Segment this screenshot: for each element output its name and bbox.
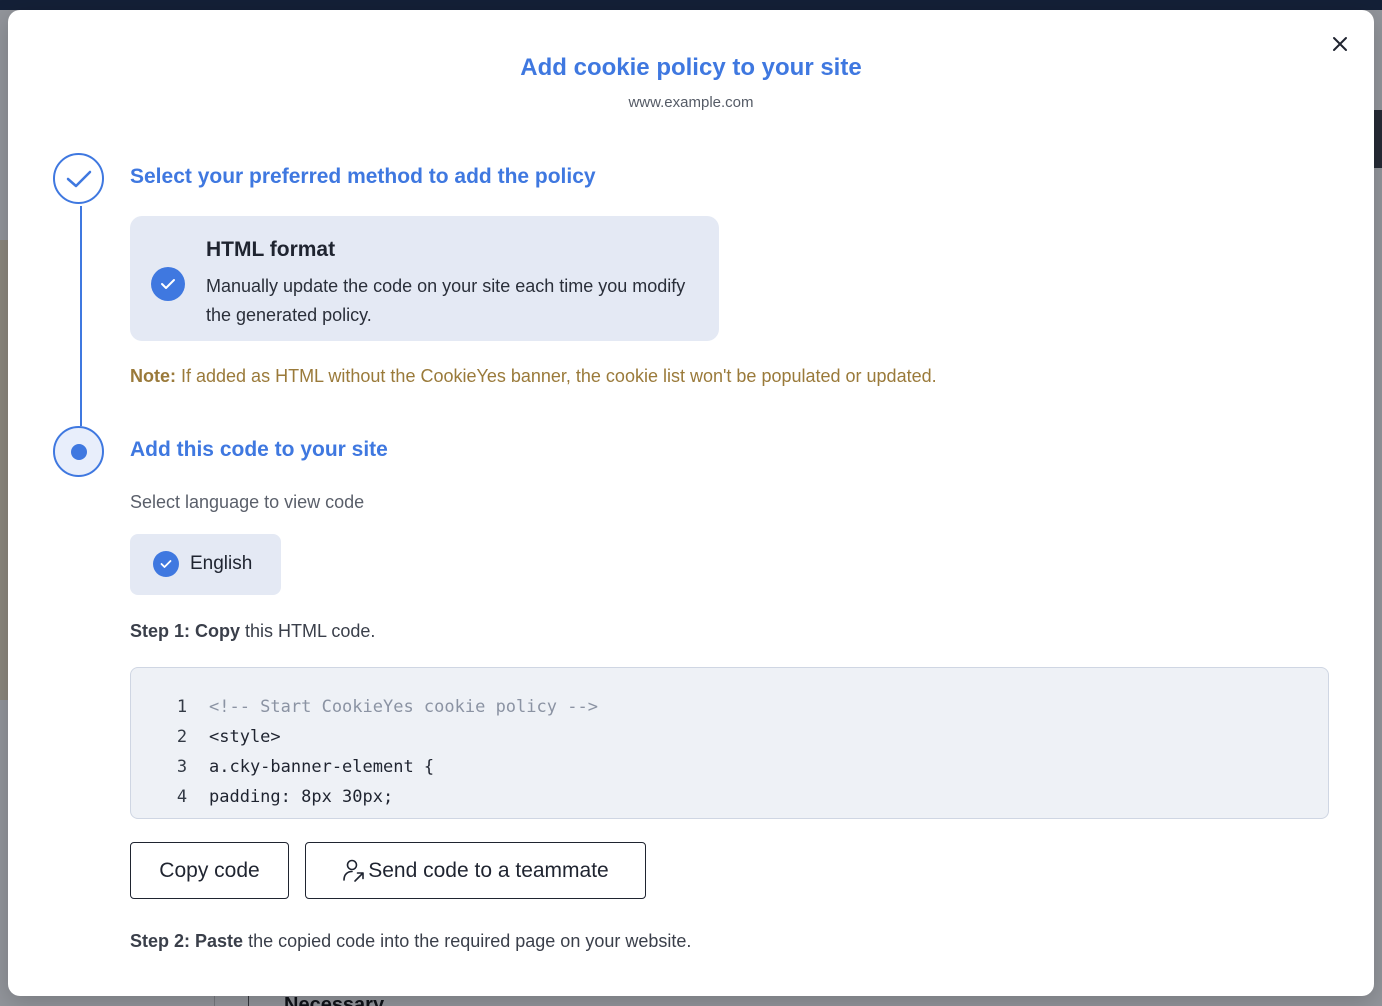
note-text: Note: If added as HTML without the Cooki… [130, 366, 937, 387]
add-cookie-policy-modal: Add cookie policy to your site www.examp… [8, 10, 1374, 996]
step-action: Copy [195, 621, 241, 641]
option-description: Manually update the code on your site ea… [206, 276, 686, 325]
close-icon [1333, 37, 1347, 51]
close-button[interactable] [1328, 32, 1352, 56]
step-instruction-text: the copied code into the required page o… [243, 931, 692, 951]
site-domain: www.example.com [628, 94, 754, 111]
code-text: padding: 8px 30px; [209, 787, 394, 807]
html-format-option[interactable]: HTML format Manually update the code on … [130, 216, 719, 341]
step-2-active-indicator [53, 426, 104, 477]
step-1-instruction: Step 1: Copy this HTML code. [130, 621, 375, 642]
select-language-label: Select language to view code [130, 492, 365, 512]
modal-title: Add cookie policy to your site [520, 54, 862, 81]
active-dot-icon [70, 443, 87, 460]
code-text: <style> [209, 727, 281, 747]
code-text: <!-- Start CookieYes cookie policy --> [209, 697, 598, 717]
step-label: Step 1: [130, 621, 191, 641]
step-label: Step 2: [130, 931, 191, 951]
step-2-heading: Add this code to your site [130, 438, 388, 461]
note-label: Note: [130, 366, 176, 386]
timeline-connector [80, 206, 82, 426]
copy-code-button[interactable]: Copy code [130, 842, 289, 899]
option-title: HTML format [206, 238, 336, 261]
language-option-english[interactable]: English [130, 534, 281, 595]
step-1-heading: Select your preferred method to add the … [130, 165, 596, 188]
code-text: a.cky-banner-element { [209, 757, 435, 777]
step-1-complete-indicator [53, 153, 104, 204]
line-number: 2 [176, 727, 188, 747]
selected-check-icon [151, 267, 185, 301]
step-2-instruction: Step 2: Paste the copied code into the r… [130, 931, 691, 952]
copy-code-label: Copy code [159, 858, 260, 882]
send-code-label: Send code to a teammate [368, 858, 609, 882]
line-number: 3 [176, 757, 188, 777]
checkmark-icon [66, 170, 91, 187]
send-code-to-teammate-button[interactable]: Send code to a teammate [305, 842, 646, 899]
line-number: 1 [176, 697, 188, 717]
step-instruction-text: this HTML code. [240, 621, 376, 641]
step-action: Paste [195, 931, 244, 951]
language-label: English [190, 553, 253, 574]
user-share-icon [342, 858, 366, 884]
line-number: 4 [176, 787, 188, 807]
code-block[interactable]: 1 <!-- Start CookieYes cookie policy -->… [130, 667, 1329, 819]
selected-check-icon [153, 551, 179, 577]
note-body: If added as HTML without the CookieYes b… [176, 366, 937, 386]
